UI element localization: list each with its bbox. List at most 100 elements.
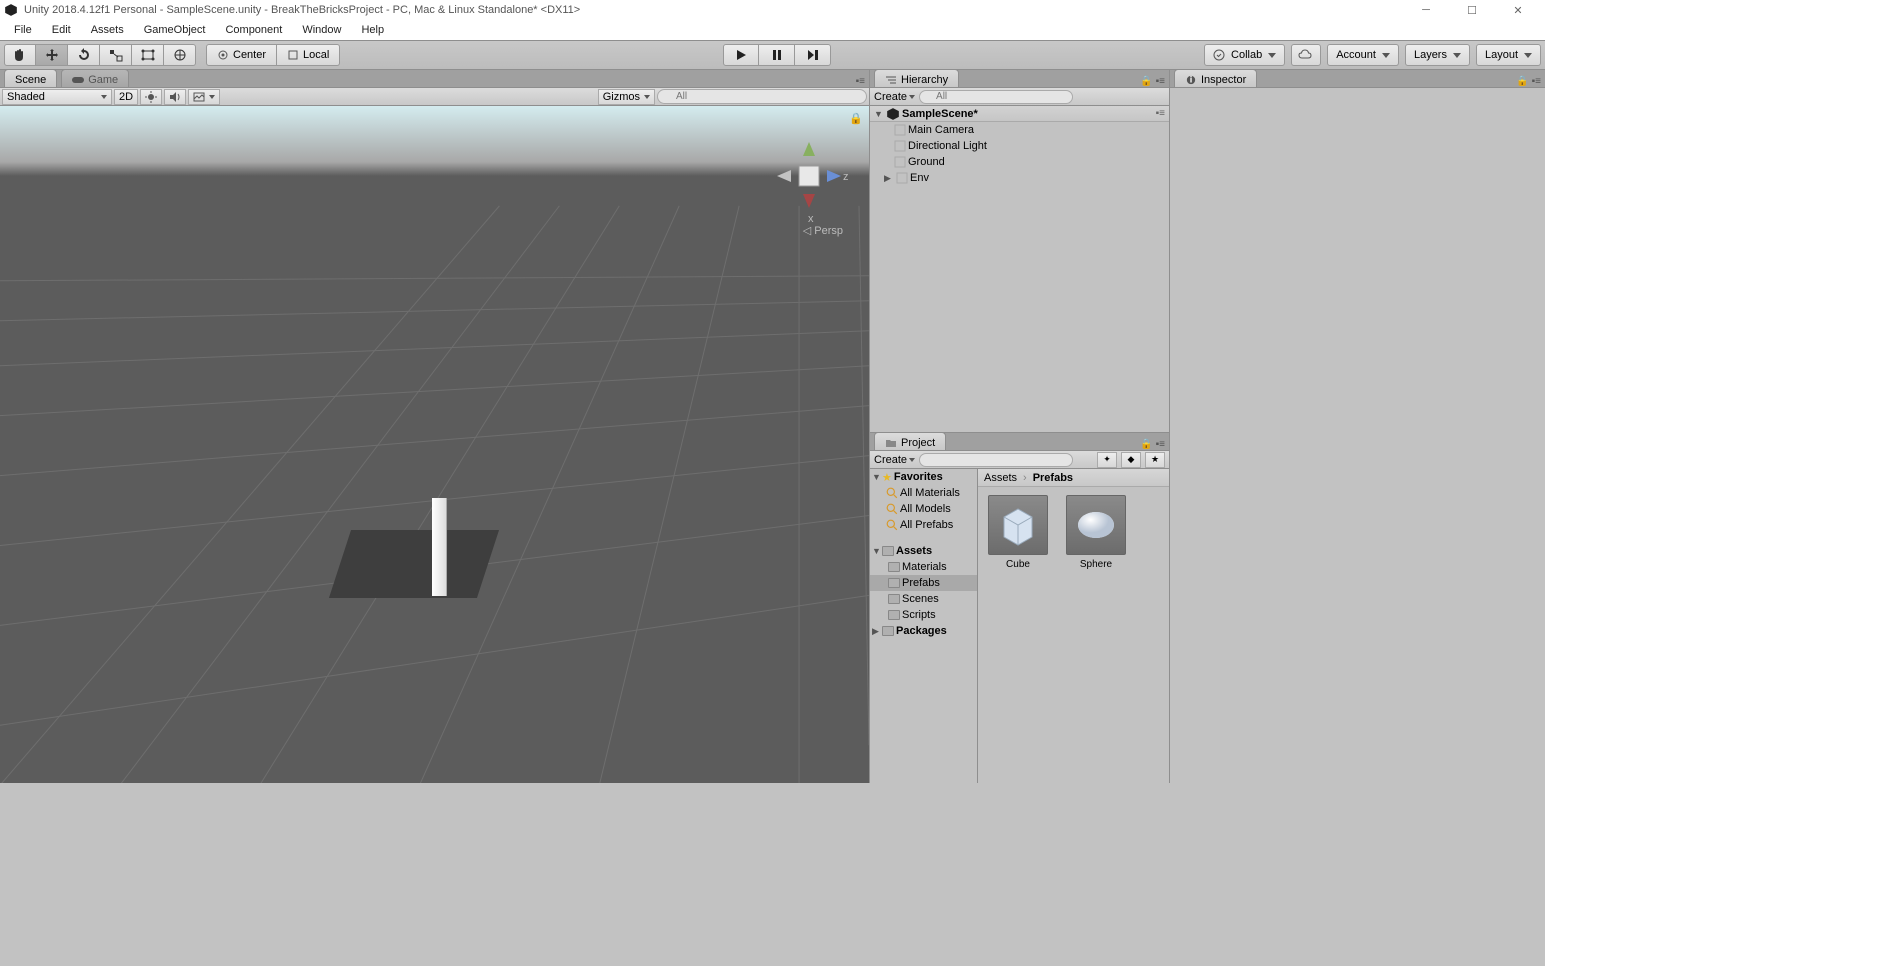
window-maximize-button[interactable]: ☐ [1449, 0, 1495, 20]
search-saved-icon [886, 487, 898, 499]
asset-cube[interactable]: Cube [986, 495, 1050, 570]
play-button[interactable] [723, 44, 759, 66]
scene-search-input[interactable] [657, 89, 867, 104]
cloud-button[interactable] [1291, 44, 1321, 66]
breadcrumb-prefabs[interactable]: Prefabs [1033, 472, 1073, 484]
pivot-rotation-button[interactable]: Local [277, 44, 340, 66]
hand-tool-button[interactable] [4, 44, 36, 66]
project-folder-tree[interactable]: ▼★Favorites All Materials All Models All… [870, 469, 978, 783]
collab-button[interactable]: Collab [1204, 44, 1285, 66]
window-close-button[interactable]: ✕ [1495, 0, 1541, 20]
step-button[interactable] [795, 44, 831, 66]
breadcrumb-assets[interactable]: Assets [984, 472, 1017, 484]
project-breadcrumb: Assets › Prefabs [978, 469, 1169, 487]
assets-row[interactable]: ▼Assets [870, 543, 977, 559]
tab-inspector[interactable]: i Inspector [1174, 69, 1257, 87]
2d-toggle-button[interactable]: 2D [114, 89, 138, 105]
inspector-icon: i [1185, 75, 1197, 85]
project-type-button[interactable]: ◆ [1121, 452, 1141, 468]
hierarchy-search-input[interactable] [919, 90, 1073, 104]
search-saved-icon [886, 519, 898, 531]
rect-tool-button[interactable] [132, 44, 164, 66]
viewport-grid [0, 106, 869, 783]
menu-window[interactable]: Window [292, 22, 351, 38]
packages-row[interactable]: ▶Packages [870, 623, 977, 639]
project-search-input[interactable] [919, 453, 1073, 467]
folder-icon [888, 594, 900, 604]
scene-panel: Scene Game ▪≡ Shaded 2D Gizmos [0, 70, 870, 783]
fav-all-prefabs[interactable]: All Prefabs [870, 517, 977, 533]
folder-scripts[interactable]: Scripts [870, 607, 977, 623]
menu-edit[interactable]: Edit [42, 22, 81, 38]
hierarchy-item-env[interactable]: ▶Env [870, 170, 1169, 186]
pivot-mode-button[interactable]: Center [206, 44, 277, 66]
project-panel-menu-button[interactable]: 🔒 ▪≡ [1140, 439, 1165, 450]
hierarchy-tree[interactable]: ▼ SampleScene* ▪≡ Main Camera Directiona… [870, 106, 1169, 432]
audio-toggle-button[interactable] [164, 89, 186, 105]
project-star-button[interactable]: ★ [1145, 452, 1165, 468]
fav-all-models[interactable]: All Models [870, 501, 977, 517]
menu-gameobject[interactable]: GameObject [134, 22, 216, 38]
fx-toggle-button[interactable] [188, 89, 220, 105]
folder-prefabs[interactable]: Prefabs [870, 575, 977, 591]
folder-icon [888, 578, 900, 588]
project-create-dropdown[interactable]: Create [874, 454, 915, 466]
asset-sphere[interactable]: Sphere [1064, 495, 1128, 570]
hierarchy-create-dropdown[interactable]: Create [874, 91, 915, 103]
layers-dropdown[interactable]: Layers [1405, 44, 1470, 66]
transform-tools-group [4, 44, 196, 66]
gizmos-dropdown[interactable]: Gizmos [598, 89, 655, 105]
rotate-tool-button[interactable] [68, 44, 100, 66]
menu-file[interactable]: File [4, 22, 42, 38]
tab-game[interactable]: Game [61, 69, 129, 87]
scene-row[interactable]: ▼ SampleScene* ▪≡ [870, 106, 1169, 122]
project-filter-button[interactable]: ✦ [1097, 452, 1117, 468]
folder-scenes[interactable]: Scenes [870, 591, 977, 607]
hierarchy-item-ground[interactable]: Ground [870, 154, 1169, 170]
pause-button[interactable] [759, 44, 795, 66]
lighting-toggle-button[interactable] [140, 89, 162, 105]
scene-tab-row: Scene Game ▪≡ [0, 70, 869, 88]
orientation-gizmo[interactable]: z x [769, 136, 849, 226]
menu-assets[interactable]: Assets [81, 22, 134, 38]
draw-mode-dropdown[interactable]: Shaded [2, 89, 112, 105]
tab-scene[interactable]: Scene [4, 69, 57, 87]
window-minimize-button[interactable]: ─ [1403, 0, 1449, 20]
local-icon [287, 49, 299, 61]
image-icon [193, 91, 205, 103]
fav-all-materials[interactable]: All Materials [870, 485, 977, 501]
transform-tool-button[interactable] [164, 44, 196, 66]
hierarchy-panel-menu-button[interactable]: 🔒 ▪≡ [1140, 76, 1165, 87]
pivot-group: Center Local [206, 44, 340, 66]
hierarchy-item-main-camera[interactable]: Main Camera [870, 122, 1169, 138]
hierarchy-item-directional-light[interactable]: Directional Light [870, 138, 1169, 154]
folder-materials[interactable]: Materials [870, 559, 977, 575]
asset-grid[interactable]: Cube Sphere [978, 487, 1169, 783]
sun-icon [145, 91, 157, 103]
ground-object [329, 530, 499, 598]
perspective-label[interactable]: ◁ Persp [803, 224, 843, 237]
tab-project[interactable]: Project [874, 432, 946, 450]
folder-icon [888, 562, 900, 572]
layout-dropdown[interactable]: Layout [1476, 44, 1541, 66]
window-title: Unity 2018.4.12f1 Personal - SampleScene… [24, 4, 580, 16]
inspector-panel-menu-button[interactable]: 🔒 ▪≡ [1516, 76, 1541, 87]
favorites-row[interactable]: ▼★Favorites [870, 469, 977, 485]
scene-options-button[interactable]: ▪≡ [1156, 108, 1165, 119]
move-tool-button[interactable] [36, 44, 68, 66]
breadcrumb-separator-icon: › [1023, 472, 1027, 484]
menu-help[interactable]: Help [351, 22, 394, 38]
svg-text:i: i [1190, 75, 1193, 85]
tab-hierarchy[interactable]: Hierarchy [874, 69, 959, 87]
wall-object [432, 498, 446, 596]
folder-icon [882, 546, 894, 556]
scene-panel-menu-button[interactable]: ▪≡ [856, 76, 865, 87]
scene-viewport[interactable]: z x ◁ Persp 🔒 [0, 106, 869, 783]
account-dropdown[interactable]: Account [1327, 44, 1399, 66]
inspector-body [1170, 88, 1545, 783]
viewport-lock-icon[interactable]: 🔒 [849, 112, 863, 125]
scale-tool-button[interactable] [100, 44, 132, 66]
gameobject-icon [894, 124, 906, 136]
menu-component[interactable]: Component [215, 22, 292, 38]
play-controls-group [723, 44, 831, 66]
